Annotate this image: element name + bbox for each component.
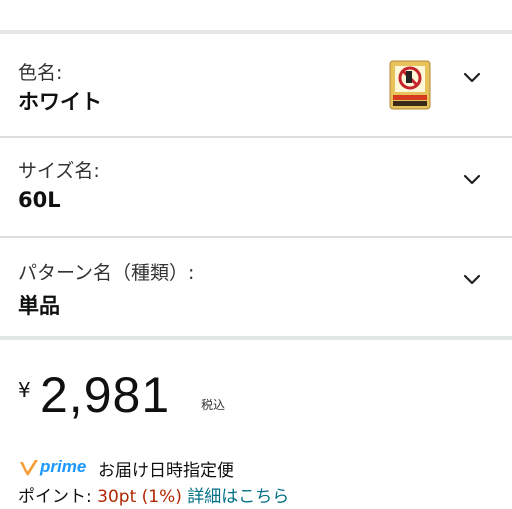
currency-symbol: ¥ bbox=[18, 378, 31, 402]
points-percent: (1%) bbox=[141, 487, 182, 507]
chevron-down-icon[interactable] bbox=[462, 68, 482, 88]
size-label: サイズ名: bbox=[18, 160, 100, 182]
delivery-text: お届け日時指定便 bbox=[98, 461, 234, 481]
chevron-down-icon[interactable] bbox=[462, 270, 482, 290]
pattern-value: 単品 bbox=[18, 294, 60, 318]
prime-logo-icon: prime bbox=[20, 457, 86, 476]
points-line: ポイント: 30pt (1%) 詳細はこちら bbox=[18, 482, 289, 507]
section-border bbox=[0, 336, 512, 340]
top-strip bbox=[0, 0, 512, 30]
points-value: 30pt bbox=[97, 487, 137, 507]
price-amount: 2,981 bbox=[40, 367, 171, 423]
pattern-label: パターン名（種類）: bbox=[18, 262, 195, 284]
tax-note: 税込 bbox=[201, 398, 226, 412]
prime-logo-text: prime bbox=[39, 457, 86, 476]
color-value: ホワイト bbox=[18, 90, 102, 114]
product-thumbnail bbox=[389, 60, 431, 110]
chevron-down-icon[interactable] bbox=[462, 170, 482, 190]
points-details-link[interactable]: 詳細はこちら bbox=[187, 487, 289, 507]
color-selector[interactable]: 色名: ホワイト bbox=[0, 34, 512, 137]
points-label: ポイント: bbox=[18, 487, 92, 507]
pattern-selector[interactable]: パターン名（種類）: 単品 bbox=[0, 238, 512, 341]
color-label: 色名: bbox=[18, 62, 63, 84]
size-value: 60L bbox=[18, 188, 61, 212]
size-selector[interactable]: サイズ名: 60L bbox=[0, 138, 512, 241]
